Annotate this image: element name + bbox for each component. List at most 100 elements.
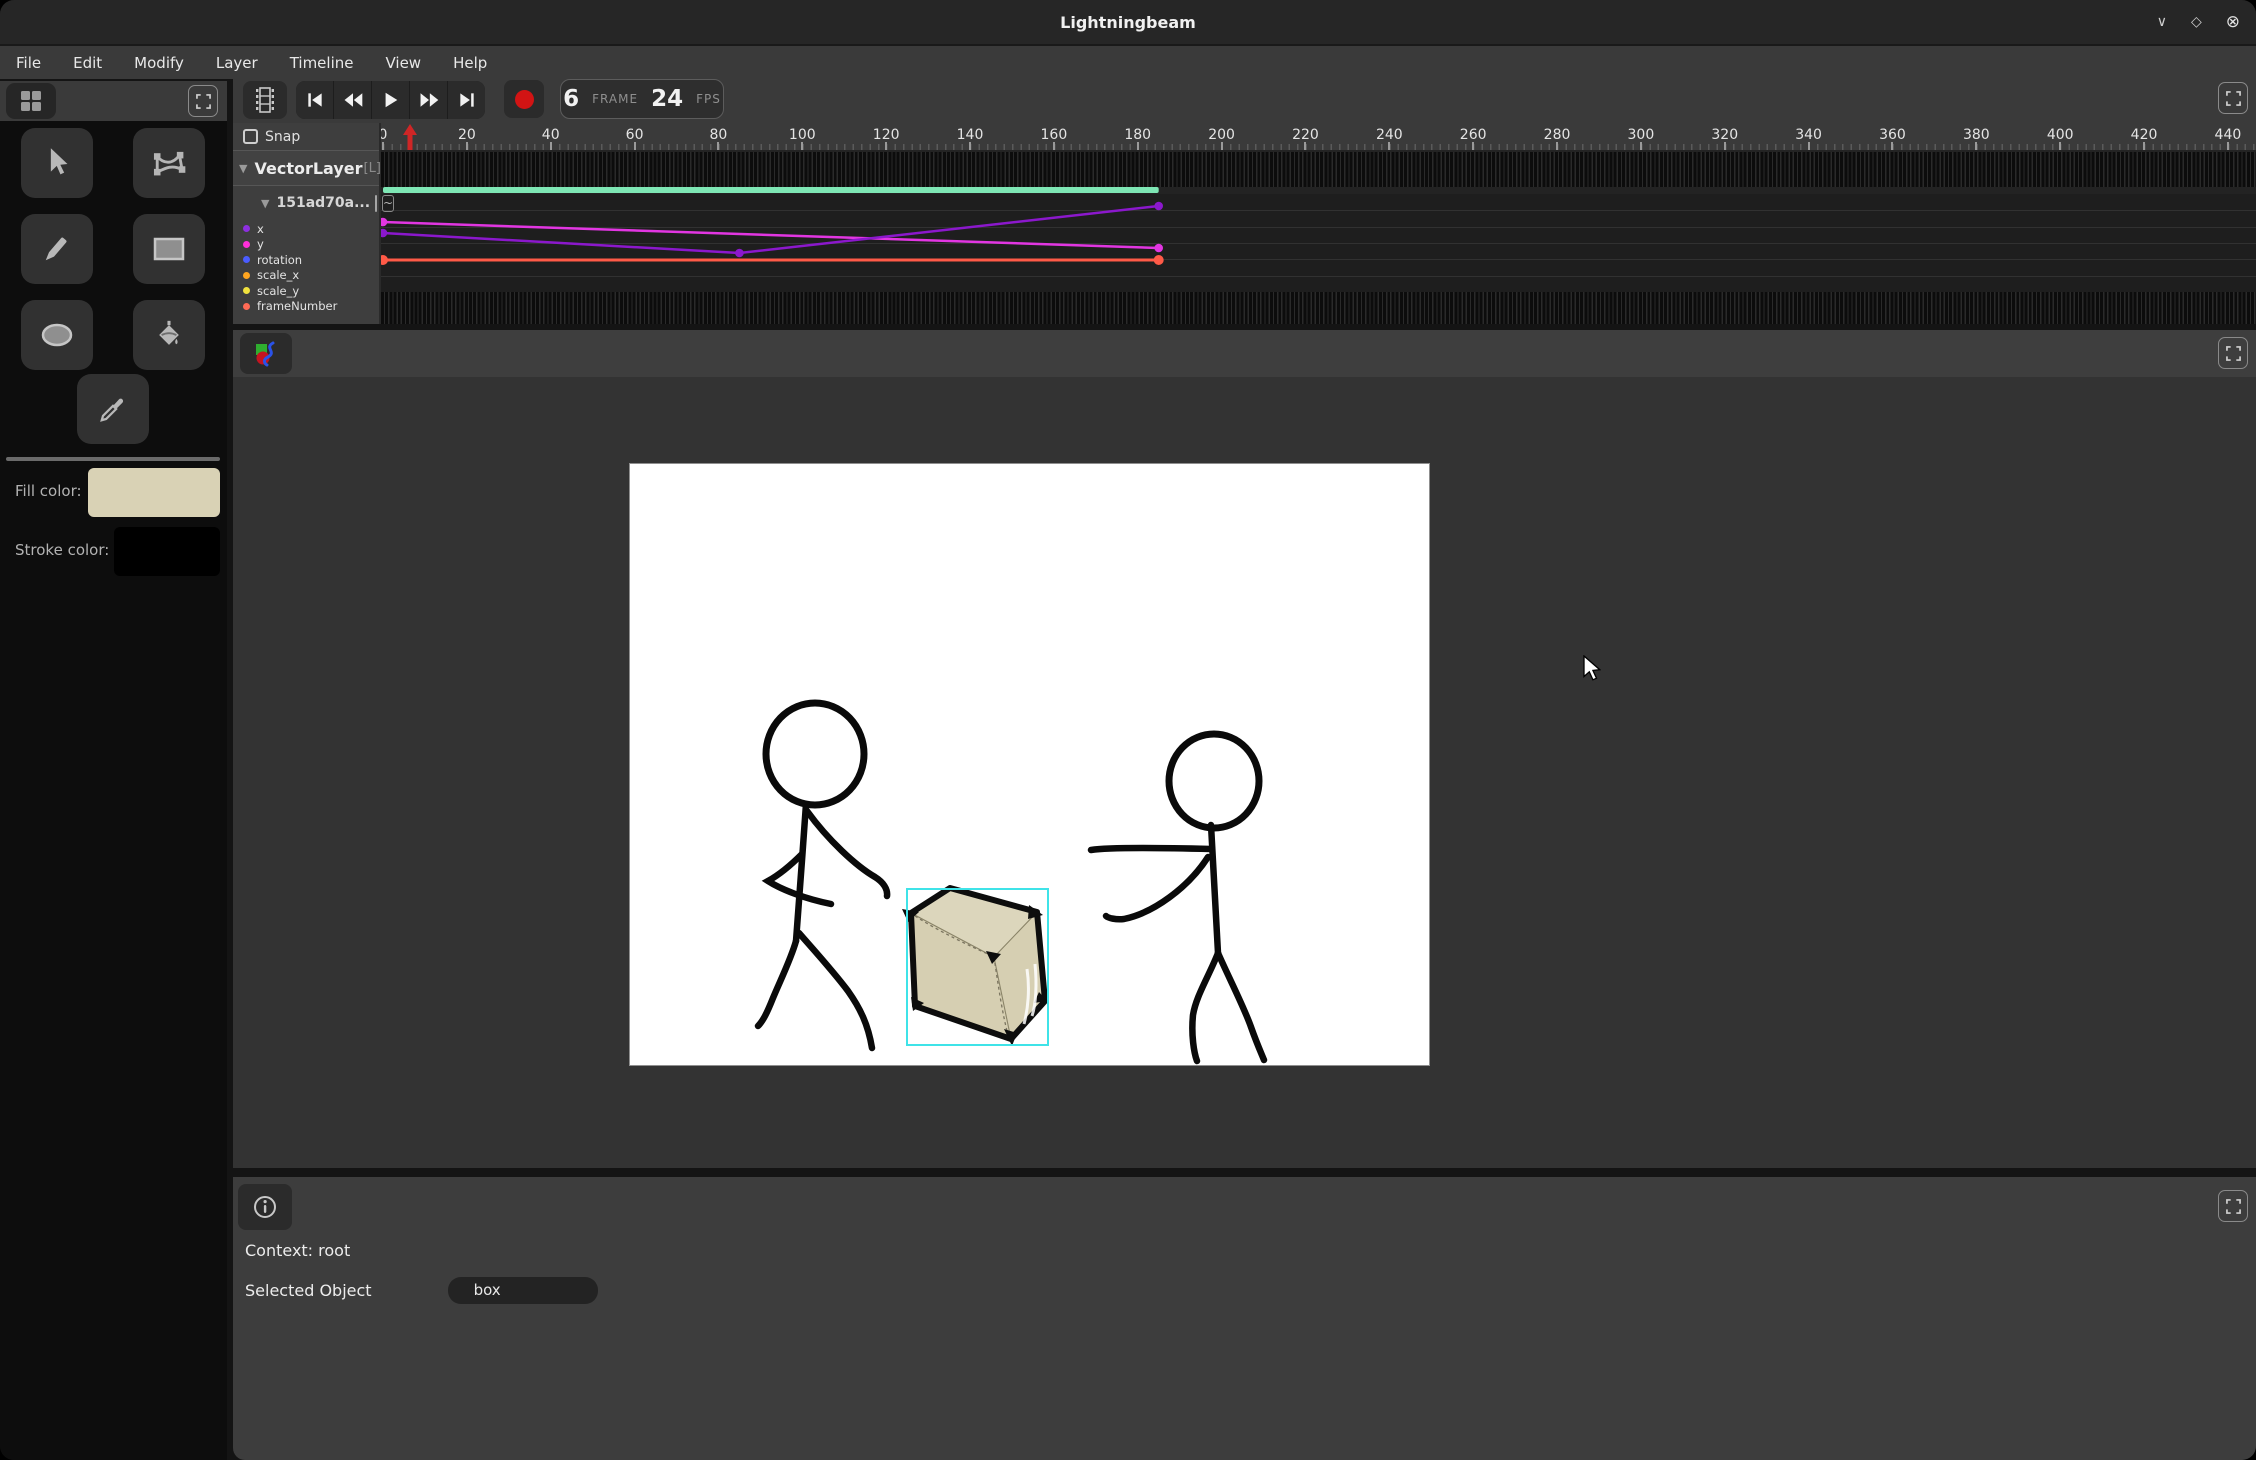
film-button[interactable] — [243, 81, 287, 119]
property-row-y[interactable]: y — [233, 237, 379, 253]
tool-grid-button[interactable] — [6, 83, 56, 119]
selected-object-label: Selected Object — [245, 1281, 372, 1300]
menu-item-timeline[interactable]: Timeline — [290, 54, 354, 72]
collapse-caret-icon[interactable]: ▼ — [239, 162, 247, 175]
ruler-label-180: 180 — [1118, 127, 1158, 143]
record-button[interactable] — [504, 80, 544, 118]
info-button[interactable] — [238, 1184, 292, 1230]
snap-row: Snap — [233, 123, 379, 150]
property-row-frameNumber[interactable]: frameNumber — [233, 299, 379, 315]
selected-object-dropdown[interactable]: box — [448, 1277, 598, 1304]
keyframe-x[interactable] — [735, 249, 744, 258]
keyframe-x[interactable] — [381, 229, 387, 238]
ruler-label-100: 100 — [782, 127, 822, 143]
curve-y[interactable] — [383, 222, 1159, 248]
canvas-viewport[interactable] — [233, 377, 2256, 1168]
timeline-tracks[interactable] — [381, 150, 2256, 324]
ruler-major-tick — [634, 142, 636, 150]
stroke-color-swatch[interactable] — [114, 527, 220, 576]
keyframe-y[interactable] — [1154, 244, 1163, 253]
menu-item-layer[interactable]: Layer — [216, 54, 258, 72]
drawing-canvas[interactable] — [629, 463, 1430, 1066]
layer-extent-bar[interactable] — [383, 187, 1159, 193]
keyframe-frameNumber[interactable] — [381, 255, 388, 265]
keyframe-frameNumber[interactable] — [1154, 255, 1164, 265]
box-object[interactable] — [902, 888, 1047, 1046]
playhead[interactable] — [403, 124, 417, 150]
stick-figure-right[interactable] — [1091, 734, 1264, 1061]
property-row-scale_x[interactable]: scale_x — [233, 268, 379, 284]
minimize-button[interactable]: ∨ — [2157, 15, 2167, 29]
property-color-dot — [243, 287, 250, 294]
skip-end-button[interactable] — [448, 81, 485, 119]
tool-select-button[interactable] — [21, 128, 93, 198]
expand-icon — [2226, 1199, 2241, 1214]
fill-color-swatch[interactable] — [88, 468, 220, 517]
tool-pencil-button[interactable] — [21, 214, 93, 284]
transform-icon — [152, 148, 186, 178]
tool-rectangle-button[interactable] — [133, 214, 205, 284]
layer-row-vectorlayer[interactable]: ▼ VectorLayer [L] — [233, 150, 379, 186]
skip-start-button[interactable] — [296, 81, 333, 119]
menu-item-modify[interactable]: Modify — [134, 54, 184, 72]
scene[interactable] — [630, 464, 1429, 1065]
property-label: scale_x — [257, 268, 299, 282]
property-row-x[interactable]: x — [233, 221, 379, 237]
window-title: Lightningbeam — [1060, 13, 1196, 32]
toolbox-sidebar: Fill color: Stroke color: — [0, 121, 227, 1460]
property-color-dot — [243, 241, 250, 248]
film-icon — [255, 87, 275, 113]
menu-item-view[interactable]: View — [385, 54, 421, 72]
layer-row-object[interactable]: ▼ 151ad70a... ~ — [233, 188, 379, 218]
frame-fps-display[interactable]: 6 FRAME 24 FPS — [560, 79, 724, 119]
property-row-scale_y[interactable]: scale_y — [233, 283, 379, 299]
sidebar-expand-button[interactable] — [188, 85, 218, 117]
timeline-expand-button[interactable] — [2218, 82, 2248, 114]
animation-curves[interactable] — [381, 150, 2256, 324]
ruler-label-40: 40 — [531, 127, 571, 143]
layer-wave-toggle-button[interactable]: ~ — [382, 195, 394, 212]
menu-item-help[interactable]: Help — [453, 54, 487, 72]
inspector-expand-button[interactable] — [2218, 1190, 2248, 1222]
canvas-tab-button[interactable] — [240, 333, 292, 374]
ruler-label-380: 380 — [1956, 127, 1996, 143]
snap-checkbox[interactable] — [243, 129, 258, 144]
fast-forward-button[interactable] — [410, 81, 447, 119]
maximize-button[interactable]: ◇ — [2191, 15, 2202, 29]
property-color-dot — [243, 225, 250, 232]
play-button[interactable] — [372, 81, 409, 119]
stick-figure-left[interactable] — [758, 703, 887, 1048]
ruler-label-240: 240 — [1369, 127, 1409, 143]
timeline-ruler[interactable]: 0204060801001201401601802002202402602803… — [381, 123, 2256, 150]
layer-solid-toggle-button[interactable] — [375, 195, 377, 212]
menu-item-edit[interactable]: Edit — [73, 54, 102, 72]
close-button[interactable]: ⊗ — [2226, 14, 2240, 31]
tool-transform-button[interactable] — [133, 128, 205, 198]
rectangle-icon — [153, 237, 185, 261]
fast-forward-icon — [418, 91, 440, 109]
ruler-major-tick — [1472, 142, 1474, 150]
keyframe-x[interactable] — [1154, 202, 1163, 211]
ruler-label-280: 280 — [1537, 127, 1577, 143]
rewind-button[interactable] — [334, 81, 371, 119]
canvas-expand-button[interactable] — [2218, 337, 2248, 369]
frame-value: 6 — [563, 86, 579, 112]
tool-eyedropper-button[interactable] — [77, 374, 149, 444]
ruler-label-0: 0 — [381, 127, 403, 143]
ruler-major-tick — [1221, 142, 1223, 150]
object-layer-name: 151ad70a... — [276, 195, 370, 211]
eyedropper-icon — [98, 394, 128, 424]
menu-item-file[interactable]: File — [16, 54, 41, 72]
tool-paint-bucket-button[interactable] — [133, 300, 205, 370]
curve-x[interactable] — [383, 206, 1159, 253]
keyframe-y[interactable] — [381, 218, 387, 227]
selected-object-row: Selected Object box — [245, 1277, 598, 1304]
skip-start-icon — [305, 91, 325, 109]
ruler-major-tick — [1640, 142, 1642, 150]
playback-controls — [296, 81, 485, 119]
collapse-caret-icon[interactable]: ▼ — [261, 197, 269, 210]
ruler-major-tick — [2143, 142, 2145, 150]
ruler-major-tick — [1556, 142, 1558, 150]
tool-ellipse-button[interactable] — [21, 300, 93, 370]
property-row-rotation[interactable]: rotation — [233, 252, 379, 268]
